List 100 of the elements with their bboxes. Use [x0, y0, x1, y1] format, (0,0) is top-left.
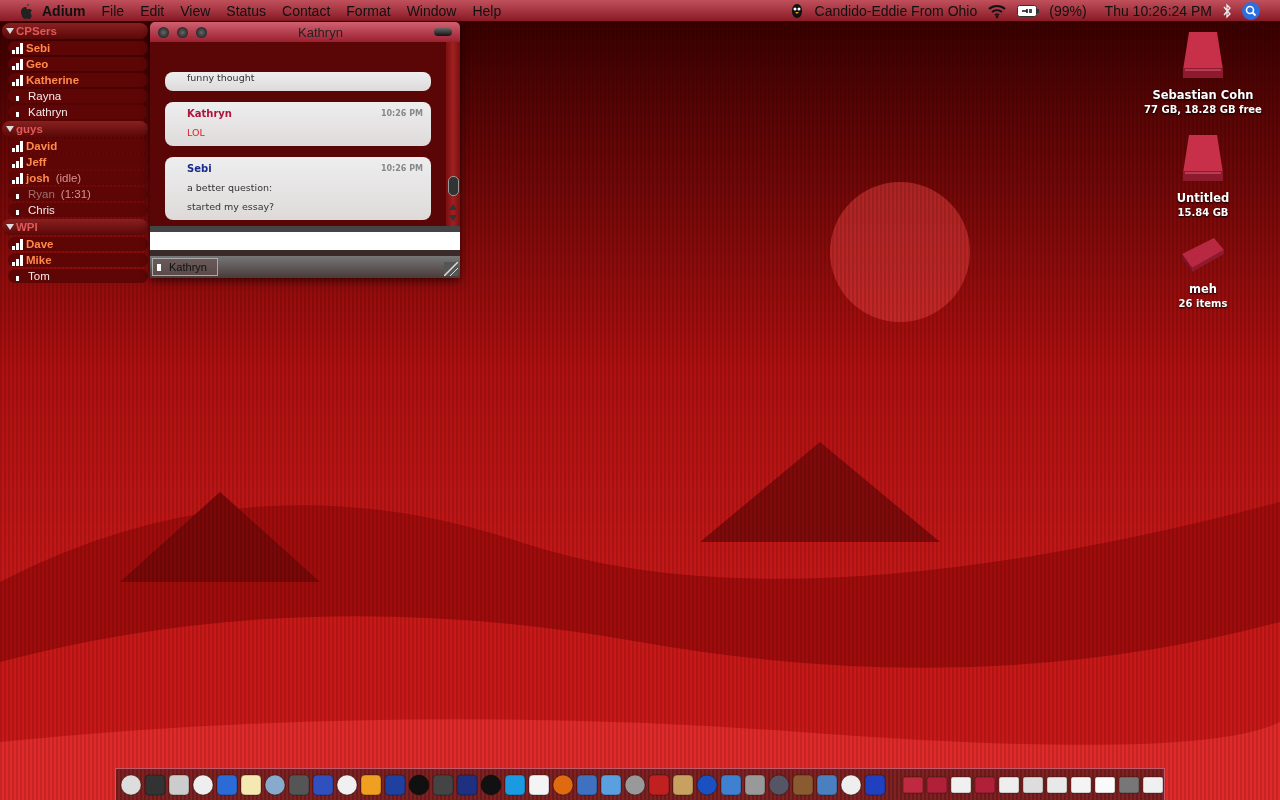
group-header[interactable]: WPI: [2, 219, 148, 235]
contact-row[interactable]: Tom: [8, 269, 148, 283]
contact-name: josh: [26, 172, 50, 184]
signal-icon: [12, 238, 23, 250]
scroll-thumb[interactable]: [447, 176, 459, 196]
app-icon[interactable]: [672, 773, 694, 796]
drive-icon: [1181, 30, 1225, 80]
search-icon[interactable]: [1242, 1, 1260, 20]
signal-icon: [16, 193, 19, 199]
zoom-button[interactable]: [196, 26, 207, 38]
app-icon[interactable]: [192, 773, 214, 796]
app-icon[interactable]: [840, 773, 862, 796]
contact-row[interactable]: Geo: [8, 57, 148, 71]
contact-row[interactable]: Kathryn: [8, 105, 148, 119]
contact-row[interactable]: josh (idle): [8, 171, 148, 185]
contact-row[interactable]: Jeff: [8, 155, 148, 169]
app-icon[interactable]: [120, 773, 142, 796]
message-input-field[interactable]: [150, 226, 460, 250]
group-header[interactable]: CPSers: [2, 23, 148, 39]
window-icon[interactable]: [1022, 773, 1044, 796]
signal-icon: [12, 42, 23, 54]
group-name: CPSers: [16, 25, 57, 37]
app-icon[interactable]: [240, 773, 262, 796]
contact-row[interactable]: Chris: [8, 203, 148, 217]
window-icon[interactable]: [1142, 773, 1164, 796]
window-icon[interactable]: [1094, 773, 1116, 796]
contact-name: Kathryn: [28, 106, 68, 118]
message-text: LOL: [187, 127, 206, 138]
app-icon[interactable]: [336, 773, 358, 796]
contact-row[interactable]: Sebi: [8, 41, 148, 55]
contact-note: (1:31): [60, 188, 91, 200]
contact-name: Rayna: [28, 90, 62, 102]
contact-row[interactable]: Ryan (1:31): [8, 187, 148, 201]
disclosure-icon: [6, 223, 14, 231]
close-button[interactable]: [158, 26, 169, 38]
wifi-icon[interactable]: [987, 2, 1008, 19]
contact-row[interactable]: Dave: [8, 237, 148, 251]
window-icon[interactable]: [998, 773, 1020, 796]
bluetooth-icon[interactable]: [1222, 2, 1232, 19]
icon-label[interactable]: Untitled: [1176, 191, 1230, 205]
message-time: 10:26 PM: [380, 164, 423, 173]
resize-grip-icon[interactable]: [444, 262, 458, 276]
contact-row[interactable]: Katherine: [8, 73, 148, 87]
icon-label[interactable]: Sebastian Cohn: [1152, 88, 1254, 102]
icon-info: 26 items: [1178, 298, 1228, 309]
contact-name: Katherine: [26, 74, 80, 86]
contact-name: Sebi: [26, 42, 51, 54]
contact-name: Mike: [26, 254, 52, 266]
signal-icon: [16, 111, 19, 117]
toolbar-toggle-button[interactable]: [434, 28, 452, 36]
contact-note: (idle): [55, 172, 82, 184]
disclosure-icon: [6, 27, 14, 35]
contact-name: Tom: [28, 270, 50, 282]
scrollbar[interactable]: [446, 42, 460, 226]
signal-icon: [16, 95, 19, 101]
signal-icon: [12, 156, 23, 168]
signal-icon: [16, 209, 19, 215]
app-icon[interactable]: [168, 773, 190, 796]
signal-icon: [16, 275, 19, 281]
group-header[interactable]: guys: [2, 121, 148, 137]
apple-icon[interactable]: [18, 1, 34, 20]
drive-icon: [1181, 133, 1225, 183]
signal-icon: [12, 254, 23, 266]
icon-info: 77 GB, 18.28 GB free: [1144, 104, 1262, 115]
contact-row[interactable]: Mike: [8, 253, 148, 267]
app-icon[interactable]: [528, 773, 550, 796]
battery-percentage[interactable]: (99%): [1049, 2, 1087, 19]
sender-name: Kathryn: [187, 108, 232, 119]
tab-label: Kathryn: [169, 261, 207, 273]
group-name: WPI: [16, 221, 38, 233]
signal-icon: [157, 263, 161, 271]
window-title: Kathryn: [298, 24, 343, 40]
signal-icon: [12, 58, 23, 70]
message-time: 10:26 PM: [380, 109, 423, 118]
disclosure-icon: [6, 125, 14, 133]
contact-name: Jeff: [26, 156, 47, 168]
battery-icon[interactable]: [1017, 4, 1040, 17]
icon-label[interactable]: meh: [1189, 282, 1217, 296]
message-text: a better question:: [187, 182, 274, 193]
signal-icon: [12, 172, 23, 184]
message-text: started my essay?: [187, 201, 276, 212]
window-icon[interactable]: [1070, 773, 1092, 796]
disk-icon: [1180, 236, 1226, 274]
icon-info: 15.84 GB: [1177, 207, 1229, 218]
app-icon[interactable]: [264, 773, 286, 796]
message-text: funny thought: [187, 72, 256, 83]
signal-icon: [12, 74, 23, 86]
contact-name: David: [26, 140, 58, 152]
sender-name: Sebi: [187, 163, 212, 174]
minimize-button[interactable]: [177, 26, 188, 38]
contact-name: Geo: [26, 58, 49, 70]
contact-name: Chris: [28, 204, 55, 216]
contact-row[interactable]: Rayna: [8, 89, 148, 103]
contact-name: Dave: [26, 238, 54, 250]
contact-row[interactable]: David: [8, 139, 148, 153]
app-icon[interactable]: [360, 773, 382, 796]
window-icon[interactable]: [1046, 773, 1068, 796]
group-name: guys: [16, 123, 43, 135]
signal-icon: [12, 140, 23, 152]
contact-name: Ryan: [28, 188, 55, 200]
